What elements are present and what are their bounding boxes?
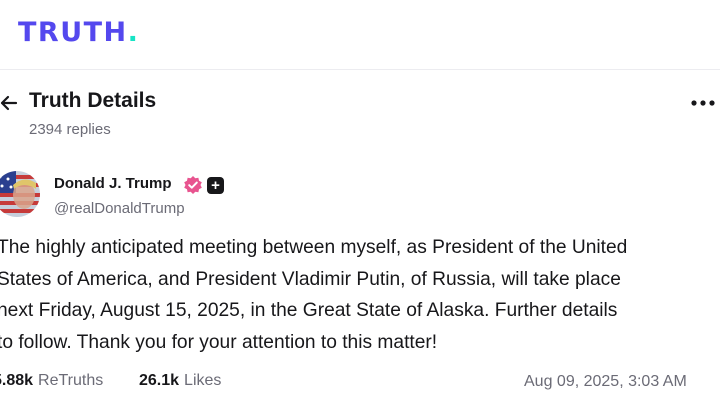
likes-count: 26.1k	[139, 372, 180, 389]
avatar[interactable]	[0, 171, 40, 217]
author-name[interactable]: Donald J. Trump	[54, 175, 172, 192]
more-options-button[interactable]	[690, 90, 716, 116]
retruths-stat[interactable]: 5.88k ReTruths	[0, 372, 103, 390]
details-header: Truth Details	[0, 88, 720, 118]
logo-text: TRUTH	[18, 16, 128, 48]
post-timestamp[interactable]: Aug 09, 2025, 3:03 AM	[524, 373, 687, 391]
ellipsis-horizontal-icon	[691, 100, 715, 106]
reply-count: 2394 replies	[29, 121, 111, 138]
author-handle[interactable]: @realDonaldTrump	[54, 200, 185, 217]
likes-stat[interactable]: 26.1k Likes	[139, 372, 221, 390]
truth-logo[interactable]: TRUTH.	[18, 14, 138, 50]
page-title: Truth Details	[29, 89, 157, 112]
retruths-label: ReTruths	[38, 372, 104, 389]
arrow-left-icon	[0, 95, 18, 111]
avatar-image	[0, 171, 40, 217]
retruths-count: 5.88k	[0, 372, 34, 389]
likes-label: Likes	[184, 372, 222, 389]
plus-badge: +	[207, 177, 224, 194]
post-body: The highly anticipated meeting between m…	[0, 237, 628, 353]
verified-badge-icon	[184, 176, 202, 194]
logo-dot: .	[127, 16, 138, 48]
back-button[interactable]	[0, 91, 20, 115]
top-divider	[0, 69, 720, 70]
